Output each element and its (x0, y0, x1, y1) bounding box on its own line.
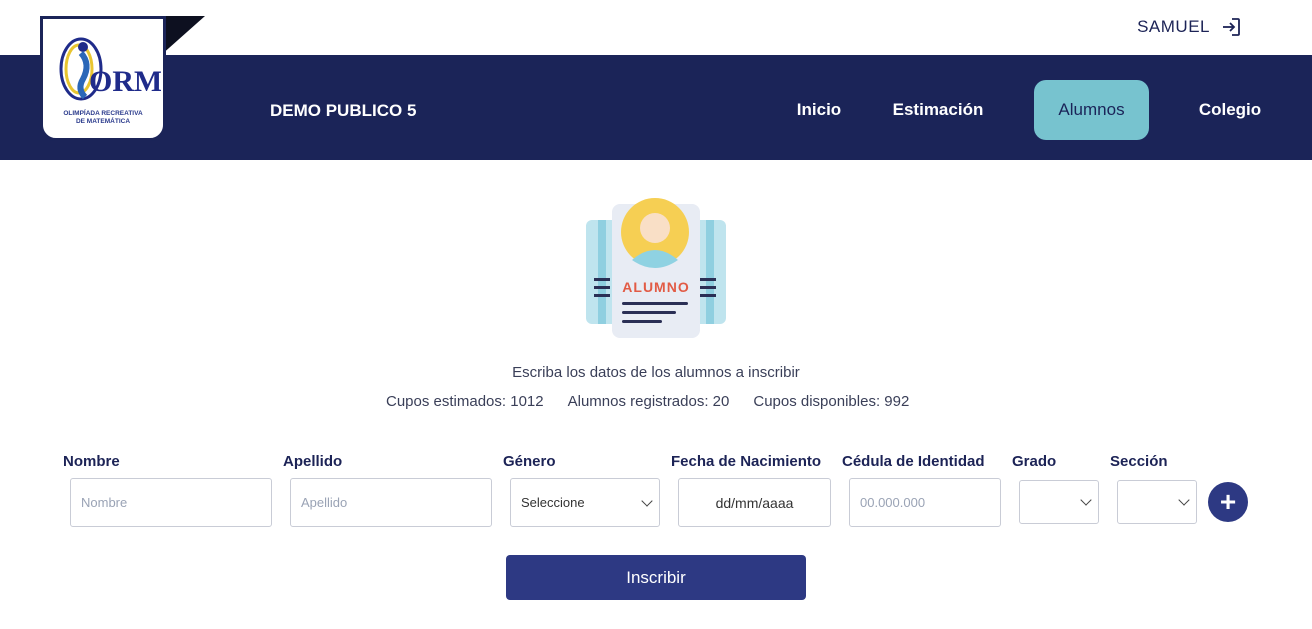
logo-corner-decoration (160, 16, 205, 56)
svg-text:ALUMNO: ALUMNO (622, 279, 689, 295)
genero-label: Género (503, 453, 556, 470)
registered-count: Alumnos registrados: 20 (567, 393, 730, 410)
logout-icon[interactable] (1220, 16, 1242, 38)
logo-container[interactable]: ORM OLIMPÍADA RECREATIVA DE MATEMÁTICA (40, 16, 205, 141)
nav-estimacion[interactable]: Estimación (880, 80, 996, 140)
nav-inicio[interactable]: Inicio (786, 80, 852, 140)
chevron-down-icon (1178, 494, 1190, 506)
available-quota: Cupos disponibles: 992 (753, 393, 910, 410)
apellido-label: Apellido (283, 453, 343, 470)
fecha-label: Fecha de Nacimiento (671, 453, 822, 470)
fecha-nacimiento-input[interactable]: dd/mm/aaaa (678, 478, 831, 527)
grado-select[interactable] (1019, 480, 1099, 524)
estimated-quota: Cupos estimados: 1012 (386, 393, 544, 410)
seccion-label: Sección (1110, 453, 1168, 470)
genero-select[interactable]: Seleccione (510, 478, 660, 527)
chevron-down-icon (641, 494, 653, 507)
user-name[interactable]: SAMUEL (1137, 17, 1210, 37)
grado-label: Grado (1012, 453, 1057, 470)
inscribir-button[interactable]: Inscribir (506, 555, 806, 600)
seccion-select[interactable] (1117, 480, 1197, 524)
svg-text:ORM: ORM (89, 65, 161, 98)
nav-alumnos[interactable]: Alumnos (1034, 80, 1149, 140)
cedula-label: Cédula de Identidad (842, 453, 985, 470)
user-menu[interactable]: SAMUEL (1137, 16, 1242, 38)
nombre-label: Nombre (63, 453, 120, 470)
organization-name: DEMO PUBLICO 5 (270, 101, 417, 120)
cedula-input[interactable]: 00.000.000 (849, 478, 1001, 527)
nav-colegio[interactable]: Colegio (1190, 80, 1270, 140)
add-student-button[interactable]: + (1208, 482, 1248, 522)
instructions-text: Escriba los datos de los alumnos a inscr… (512, 364, 800, 381)
chevron-down-icon (1080, 494, 1092, 506)
student-id-card-icon: ALUMNO (584, 196, 729, 346)
nombre-input[interactable]: Nombre (70, 478, 272, 527)
plus-icon: + (1219, 486, 1237, 517)
orm-logo[interactable]: ORM OLIMPÍADA RECREATIVA DE MATEMÁTICA (40, 16, 166, 141)
quota-stats: Cupos estimados: 1012 Alumnos registrado… (386, 393, 909, 410)
logo-subtitle: OLIMPÍADA RECREATIVA DE MATEMÁTICA (63, 110, 143, 125)
apellido-input[interactable]: Apellido (290, 478, 492, 527)
